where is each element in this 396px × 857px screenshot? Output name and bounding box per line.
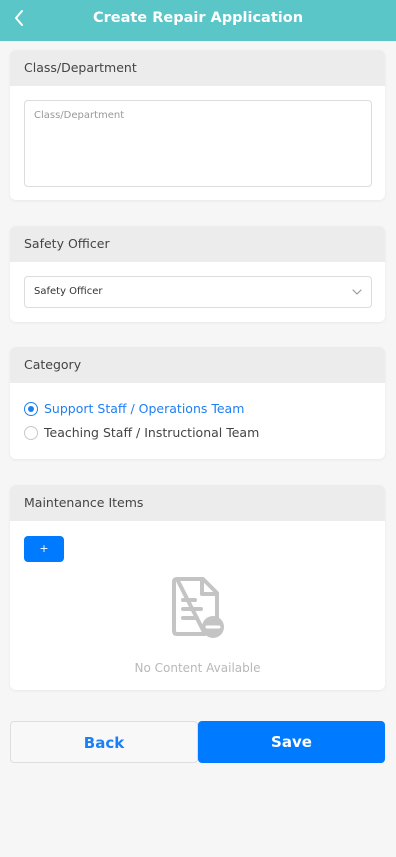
back-button[interactable]: Back — [10, 721, 198, 763]
safety-officer-label: Safety Officer — [10, 226, 385, 262]
class-department-label: Class/Department — [10, 50, 385, 86]
save-button[interactable]: Save — [198, 721, 385, 763]
safety-officer-selected-value: Safety Officer — [34, 286, 103, 297]
page-title: Create Repair Application — [92, 10, 304, 26]
header-bar: Create Repair Application — [0, 0, 396, 41]
maintenance-items-label: Maintenance Items — [10, 485, 385, 521]
empty-document-icon — [172, 577, 224, 638]
add-item-button[interactable]: + — [24, 536, 64, 562]
category-option-label: Support Staff / Operations Team — [44, 401, 245, 416]
maintenance-items-card: Maintenance Items + No Content Available — [10, 485, 385, 690]
radio-unselected-icon[interactable] — [24, 425, 38, 440]
category-option-label: Teaching Staff / Instructional Team — [44, 425, 260, 440]
safety-officer-card: Safety Officer Safety Officer — [10, 226, 385, 322]
radio-selected-icon[interactable] — [24, 401, 38, 416]
category-card: Category Support Staff / Operations Team… — [10, 347, 385, 459]
empty-state-text: No Content Available — [134, 661, 261, 675]
safety-officer-select[interactable]: Safety Officer — [24, 276, 372, 308]
class-department-card: Class/Department — [10, 50, 385, 200]
chevron-down-icon — [352, 289, 362, 295]
category-option-teaching-staff[interactable]: Teaching Staff / Instructional Team — [24, 425, 259, 440]
category-option-support-staff[interactable]: Support Staff / Operations Team — [24, 401, 244, 416]
class-department-input[interactable] — [24, 100, 372, 187]
category-label: Category — [10, 347, 385, 383]
